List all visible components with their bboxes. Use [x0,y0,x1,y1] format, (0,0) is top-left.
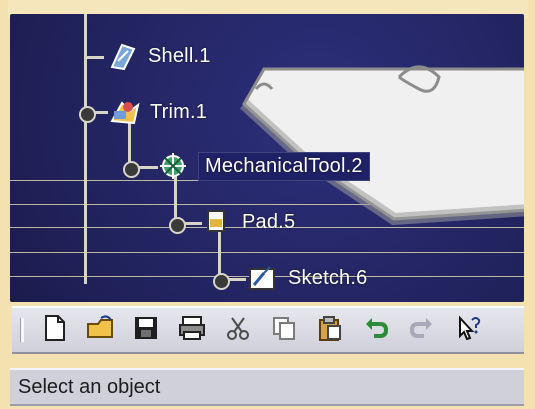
standard-toolbar [12,306,524,354]
paste-button[interactable] [312,312,348,348]
print-button[interactable] [174,312,210,348]
help-pointer-icon [454,314,482,347]
undo-icon [362,314,390,347]
tree-collapse-knob[interactable] [213,273,230,290]
status-message: Select an object [18,375,161,398]
new-file-button[interactable] [36,312,72,348]
status-bar: Select an object [10,368,524,406]
save-button[interactable] [128,312,164,348]
tree-node-label: MechanicalTool.2 [198,151,370,181]
print-icon [177,314,207,347]
scissors-icon [224,314,252,347]
tree-collapse-knob[interactable] [123,161,140,178]
new-file-icon [40,314,68,347]
tree-collapse-knob[interactable] [79,106,96,123]
toolbar-drag-handle[interactable] [20,318,24,342]
open-folder-icon [85,314,115,347]
tree-node-label: Shell.1 [148,44,211,67]
copy-button[interactable] [266,312,302,348]
tree-node-mechanical-tool[interactable]: MechanicalTool.2 [156,148,370,184]
tree-node-sketch[interactable]: Sketch.6 [246,260,367,296]
whats-this-button[interactable] [450,312,486,348]
undo-button[interactable] [358,312,394,348]
save-icon [132,314,160,347]
grid-line [10,252,524,253]
copy-icon [270,314,298,347]
redo-icon [408,314,436,347]
tree-collapse-knob[interactable] [169,217,186,234]
sketch-icon [246,263,280,293]
pad-icon [200,207,234,237]
tree-node-label: Pad.5 [242,210,296,233]
trim-icon [108,97,142,127]
mechanical-tool-icon [156,151,190,181]
3d-viewport[interactable]: Shell.1 Trim.1 MechanicalTool.2 Pad.5 Sk… [10,14,524,302]
cut-button[interactable] [220,312,256,348]
shell-icon [106,41,140,71]
tree-node-pad[interactable]: Pad.5 [200,204,295,240]
redo-button[interactable] [404,312,440,348]
paste-icon [316,314,344,347]
tree-node-label: Sketch.6 [288,266,368,289]
catia-window: Shell.1 Trim.1 MechanicalTool.2 Pad.5 Sk… [0,0,535,409]
tree-node-shell[interactable]: Shell.1 [106,38,211,74]
tree-connector [84,56,104,59]
tree-node-label: Trim.1 [150,100,208,123]
tree-connector [84,14,87,284]
open-file-button[interactable] [82,312,118,348]
tree-node-trim[interactable]: Trim.1 [108,94,207,130]
